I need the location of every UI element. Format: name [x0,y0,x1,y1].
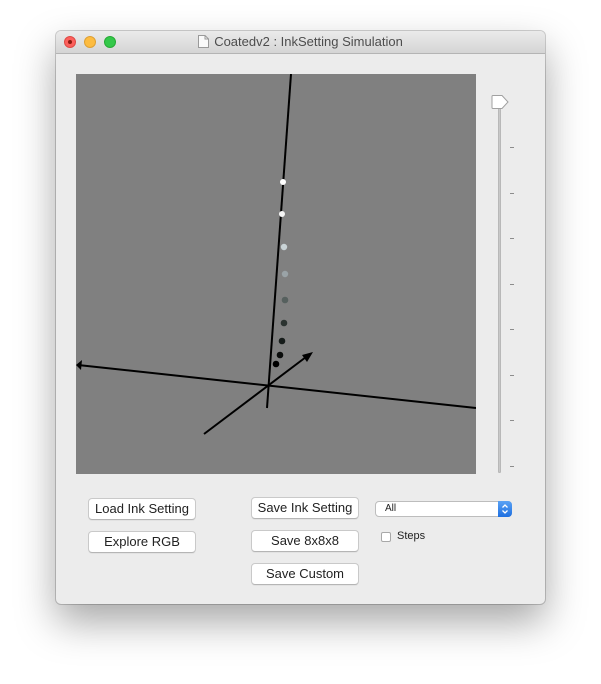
load-ink-setting-button[interactable]: Load Ink Setting [88,498,196,520]
document-icon [198,35,210,48]
depth-axis-arrowhead [302,352,313,362]
slider-tick [510,466,514,467]
window-title-area: Coatedv2 : InkSetting Simulation [56,34,545,50]
vertical-slider[interactable] [488,95,518,475]
slider-tick [510,147,514,148]
updown-chevron-icon [498,501,512,517]
steps-checkbox[interactable] [381,532,391,542]
slider-track[interactable] [498,99,501,473]
filter-popup[interactable]: All [375,501,512,517]
steps-label[interactable]: Steps [397,529,425,543]
slider-tick [510,329,514,330]
app-window: Coatedv2 : InkSetting Simulation Load In… [56,31,545,604]
sample-point [280,179,286,185]
slider-tick [510,375,514,376]
save-custom-button[interactable]: Save Custom [251,563,359,585]
sample-point [278,337,286,345]
save-8x8x8-button[interactable]: Save 8x8x8 [251,530,359,552]
sample-point [276,351,284,359]
sample-point [272,360,280,368]
sample-point [280,243,288,251]
save-ink-setting-button[interactable]: Save Ink Setting [251,497,359,519]
sample-point [281,296,289,304]
sample-point [279,211,285,217]
title-bar: Coatedv2 : InkSetting Simulation [56,31,545,54]
slider-tick [510,284,514,285]
slider-tick [510,238,514,239]
3d-viewport[interactable] [76,74,476,474]
sample-point [281,270,289,278]
slider-tick [510,193,514,194]
horizontal-axis-arrowhead [76,360,82,370]
filter-popup-value: All [385,503,397,514]
ink-space-plot [76,74,476,435]
horizontal-axis [77,364,476,409]
sample-point [280,319,288,327]
explore-rgb-button[interactable]: Explore RGB [88,531,196,553]
window-title: Coatedv2 : InkSetting Simulation [214,34,403,49]
slider-tick [510,420,514,421]
depth-axis [203,356,307,435]
slider-thumb[interactable] [491,95,509,109]
